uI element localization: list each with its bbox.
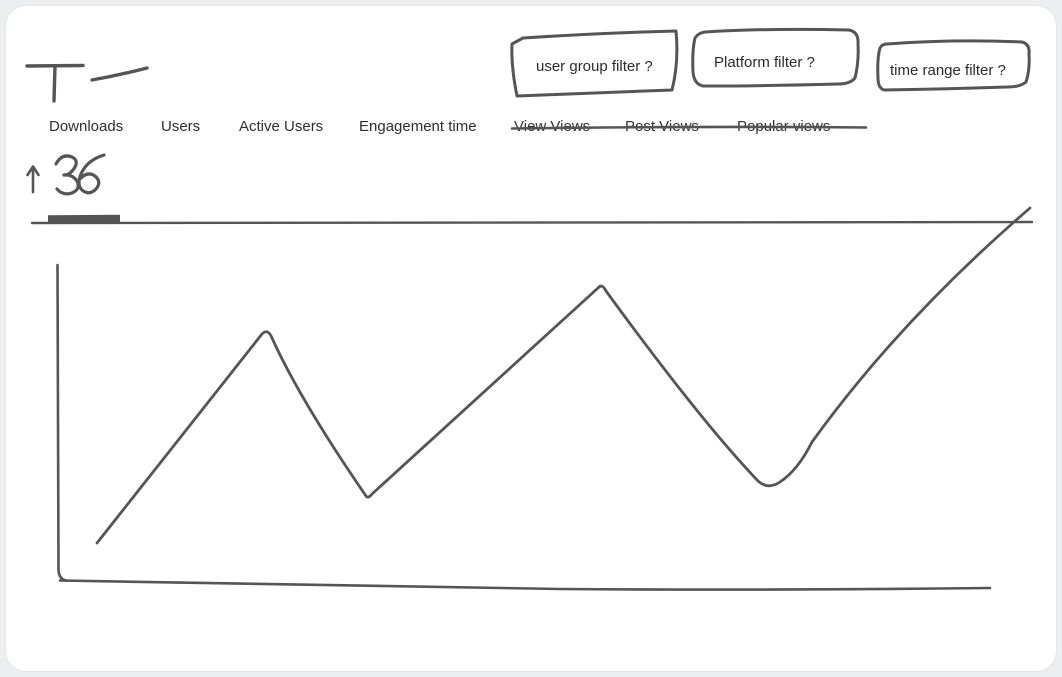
annotation-time-range-filter: time range filter ? — [890, 62, 1006, 79]
dashboard-card — [6, 6, 1056, 671]
nav-item-popular-views[interactable]: Popular views — [737, 116, 830, 138]
nav-item-downloads[interactable]: Downloads — [49, 116, 123, 138]
metric-nav: Downloads Users Active Users Engagement … — [0, 116, 1062, 140]
nav-item-post-views[interactable]: Post Views — [625, 116, 699, 138]
nav-item-view-views[interactable]: View Views — [514, 116, 590, 138]
nav-item-engagement-time[interactable]: Engagement time — [359, 116, 477, 138]
annotation-platform-filter: Platform filter ? — [714, 54, 815, 71]
annotation-user-group-filter: user group filter ? — [536, 58, 653, 75]
wireframe-screen: Downloads Users Active Users Engagement … — [0, 0, 1062, 677]
nav-item-users[interactable]: Users — [161, 116, 200, 138]
nav-item-active-users[interactable]: Active Users — [239, 116, 323, 138]
